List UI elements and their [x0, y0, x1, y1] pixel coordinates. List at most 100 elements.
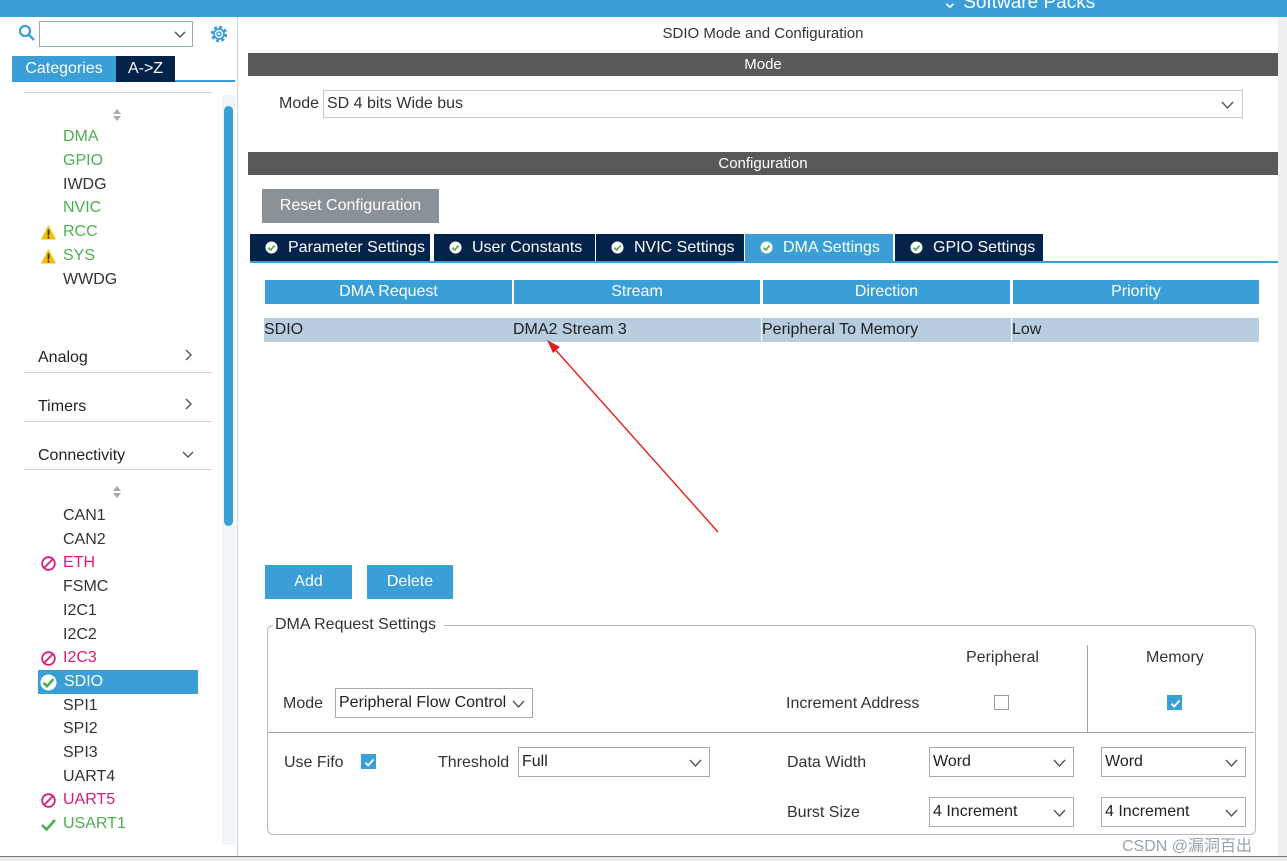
check-circle-icon: [265, 241, 278, 254]
mode-label: Mode: [279, 95, 320, 112]
sort-updown-icon[interactable]: [112, 485, 122, 499]
disabled-icon: [40, 650, 57, 667]
group-analog[interactable]: Analog: [38, 349, 88, 367]
sidebar-item-i2c2[interactable]: I2C2: [63, 626, 97, 644]
sidebar-item-wwdg[interactable]: WWDG: [63, 271, 117, 289]
sidebar-item-dma[interactable]: DMA: [63, 128, 99, 146]
right-edge-scrollbar[interactable]: [1278, 17, 1287, 856]
table-cell-direction[interactable]: Peripheral To Memory: [762, 318, 1011, 342]
sidebar-item-label: SDIO: [64, 672, 104, 690]
mode-select[interactable]: SD 4 bits Wide bus: [323, 90, 1243, 118]
sidebar-item-spi1[interactable]: SPI1: [63, 697, 98, 715]
sidebar-item-sys[interactable]: SYS: [63, 247, 95, 265]
left-panel: Categories A->Z DMA GPIO IWDG NVIC RCC SYS WWD…: [0, 17, 238, 856]
group-connectivity[interactable]: Connectivity: [38, 447, 125, 465]
add-button[interactable]: Add: [265, 565, 352, 599]
gear-icon[interactable]: [207, 22, 231, 46]
divider: [24, 92, 212, 93]
tab-a-z[interactable]: A->Z: [116, 56, 175, 82]
table-cell-request[interactable]: SDIO: [264, 318, 513, 342]
divider: [24, 372, 212, 373]
scrollbar-thumb[interactable]: [224, 106, 233, 526]
memory-burst-size-value: 4 Increment: [1105, 803, 1190, 820]
sidebar-item-usart1[interactable]: USART1: [63, 815, 126, 833]
dma-mode-select[interactable]: Peripheral Flow Control: [335, 688, 533, 718]
dma-mode-value: Peripheral Flow Control: [339, 694, 507, 711]
mode-select-value: SD 4 bits Wide bus: [327, 95, 464, 112]
threshold-select[interactable]: Full: [518, 747, 710, 777]
tab-label: DMA Settings: [783, 239, 880, 256]
peripheral-header: Peripheral: [966, 649, 1039, 666]
chevron-down-icon: [689, 759, 702, 768]
chevron-down-icon[interactable]: [182, 448, 194, 460]
chevron-down-icon: [1053, 809, 1066, 818]
check-icon: [40, 816, 57, 833]
tab-dma-settings[interactable]: DMA Settings: [745, 234, 893, 261]
sidebar-item-sdio[interactable]: SDIO: [38, 669, 198, 694]
sidebar-item-can2[interactable]: CAN2: [63, 531, 106, 549]
warning-icon: [40, 224, 57, 241]
peripheral-burst-size-select[interactable]: 4 Increment: [929, 797, 1074, 827]
watermark: CSDN @漏洞百出: [1122, 838, 1253, 855]
sidebar-item-eth[interactable]: ETH: [63, 554, 95, 572]
chevron-down-icon: [174, 31, 186, 39]
column-header-dma-request[interactable]: DMA Request: [265, 280, 512, 304]
tab-label: NVIC Settings: [634, 239, 735, 256]
sidebar-item-spi2[interactable]: SPI2: [63, 720, 98, 738]
check-circle-icon: [611, 241, 624, 254]
peripheral-data-width-select[interactable]: Word: [929, 747, 1074, 777]
top-bar: ⌄ Software Packs: [0, 0, 1287, 17]
burst-size-label: Burst Size: [787, 804, 860, 821]
sidebar-item-iwdg[interactable]: IWDG: [63, 176, 107, 194]
chevron-down-icon: [512, 700, 525, 709]
check-icon: [364, 758, 375, 767]
sidebar-item-uart5[interactable]: UART5: [63, 791, 115, 809]
divider: [24, 469, 212, 470]
chevron-right-icon[interactable]: [182, 349, 194, 361]
sidebar-item-i2c3[interactable]: I2C3: [63, 649, 97, 667]
sidebar-item-fsmc[interactable]: FSMC: [63, 578, 108, 596]
table-cell-priority[interactable]: Low: [1012, 318, 1259, 342]
column-header-direction[interactable]: Direction: [763, 280, 1010, 304]
column-header-stream[interactable]: Stream: [514, 280, 760, 304]
table-cell-stream[interactable]: DMA2 Stream 3: [513, 318, 761, 342]
sidebar-item-gpio[interactable]: GPIO: [63, 152, 103, 170]
column-header-priority[interactable]: Priority: [1013, 280, 1259, 304]
sidebar-item-spi3[interactable]: SPI3: [63, 744, 98, 762]
tab-gpio-settings[interactable]: GPIO Settings: [895, 234, 1043, 261]
sidebar-item-i2c1[interactable]: I2C1: [63, 602, 97, 620]
search-icon[interactable]: [18, 24, 36, 42]
tab-user-constants[interactable]: User Constants: [434, 234, 595, 261]
sort-updown-icon[interactable]: [112, 108, 122, 122]
peripheral-increment-checkbox[interactable]: [994, 695, 1009, 710]
configuration-tabs: Parameter Settings User Constants NVIC S…: [250, 234, 1278, 263]
tab-label: GPIO Settings: [933, 239, 1036, 256]
warning-icon: [40, 248, 57, 265]
memory-burst-size-select[interactable]: 4 Increment: [1101, 797, 1246, 827]
software-packs-menu[interactable]: ⌄ Software Packs: [942, 0, 1095, 14]
tab-categories[interactable]: Categories: [12, 56, 116, 82]
tab-parameter-settings[interactable]: Parameter Settings: [250, 234, 430, 261]
chevron-right-icon[interactable]: [182, 398, 194, 410]
check-circle-icon: [760, 241, 773, 254]
sidebar-item-rcc[interactable]: RCC: [63, 223, 98, 241]
check-circle-icon: [449, 241, 462, 254]
chevron-down-icon: [1053, 759, 1066, 768]
group-timers[interactable]: Timers: [38, 398, 86, 416]
use-fifo-checkbox[interactable]: [361, 754, 376, 769]
sidebar-item-uart4[interactable]: UART4: [63, 768, 115, 786]
sidebar-item-can1[interactable]: CAN1: [63, 507, 106, 525]
memory-data-width-select[interactable]: Word: [1101, 747, 1246, 777]
sidebar-item-nvic[interactable]: NVIC: [63, 199, 101, 217]
threshold-value: Full: [522, 753, 548, 770]
tab-nvic-settings[interactable]: NVIC Settings: [596, 234, 744, 261]
memory-increment-checkbox[interactable]: [1167, 695, 1182, 710]
check-circle-icon: [910, 241, 923, 254]
delete-button[interactable]: Delete: [367, 565, 453, 599]
search-combo[interactable]: [39, 21, 193, 47]
dma-mode-label: Mode: [283, 695, 324, 712]
disabled-icon: [40, 792, 57, 809]
tab-label: Parameter Settings: [288, 239, 425, 256]
threshold-label: Threshold: [438, 754, 510, 771]
reset-configuration-button[interactable]: Reset Configuration: [262, 189, 439, 223]
